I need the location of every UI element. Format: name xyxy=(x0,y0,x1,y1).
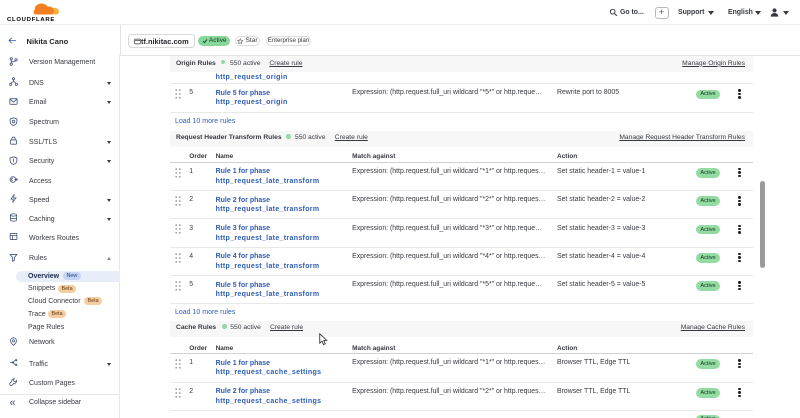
svg-text:CLOUDFLARE: CLOUDFLARE xyxy=(7,17,55,22)
